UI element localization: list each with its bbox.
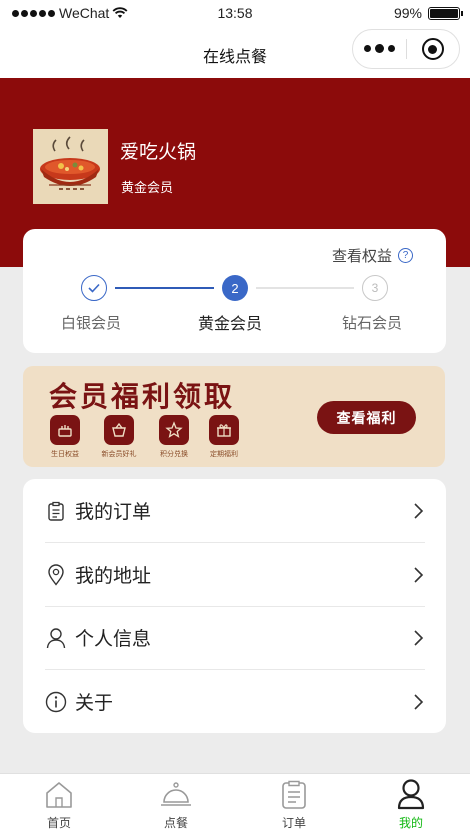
member-level: 黄金会员 xyxy=(121,180,174,195)
chevron-right-icon xyxy=(414,693,424,710)
question-icon: ? xyxy=(398,248,413,263)
perk-label: 积分兑换 xyxy=(160,451,188,458)
step-gold-node: 2 xyxy=(222,275,248,301)
info-icon xyxy=(45,691,67,713)
close-mini-program-icon[interactable] xyxy=(407,38,459,60)
view-benefits-link[interactable]: 查看权益 ? xyxy=(332,245,413,266)
banner-title: 会员福利领取 xyxy=(49,381,236,412)
perk-new-member: 新会员好礼 xyxy=(94,415,144,459)
profile-icon xyxy=(352,774,470,810)
view-benefits-label: 查看权益 xyxy=(331,248,392,265)
menu-item-label: 关于 xyxy=(75,693,114,714)
mini-program-capsule xyxy=(352,29,460,69)
battery-percent: 99% xyxy=(393,5,422,21)
chevron-right-icon xyxy=(414,566,424,583)
menu-item-personal-info[interactable]: 个人信息 xyxy=(45,606,425,669)
cake-icon xyxy=(50,415,80,445)
perk-label: 生日权益 xyxy=(51,451,79,458)
tab-label: 订单 xyxy=(281,816,306,830)
perk-regular: 定期福利 xyxy=(199,415,249,459)
tab-label: 点餐 xyxy=(163,816,188,830)
menu-item-label: 个人信息 xyxy=(75,629,152,650)
chevron-right-icon xyxy=(414,629,424,646)
perk-points: 积分兑换 xyxy=(149,415,199,459)
hotpot-logo-icon xyxy=(33,129,108,204)
chevron-right-icon xyxy=(414,502,424,519)
tab-home[interactable]: 首页 xyxy=(0,774,118,832)
step-line-completed xyxy=(115,287,214,289)
more-menu-icon[interactable] xyxy=(353,44,406,53)
bottom-tab-bar: 首页 点餐 订单 我的 xyxy=(0,773,470,832)
perk-label: 定期福利 xyxy=(210,451,238,458)
battery-status: 99% xyxy=(393,5,463,21)
battery-icon xyxy=(428,6,463,20)
gift-icon xyxy=(209,415,239,445)
tab-mine[interactable]: 我的 xyxy=(352,774,470,832)
location-icon xyxy=(45,563,67,586)
tab-label: 首页 xyxy=(46,816,71,830)
step-diamond-node: 3 xyxy=(362,275,388,301)
step-diamond-label: 钻石会员 xyxy=(342,315,403,332)
avatar[interactable] xyxy=(33,129,108,204)
home-icon xyxy=(0,774,118,810)
menu-item-label: 我的地址 xyxy=(75,566,152,587)
menu-item-my-orders[interactable]: 我的订单 xyxy=(45,479,425,542)
perk-birthday: 生日权益 xyxy=(40,415,90,459)
membership-level-card: 查看权益 ? 2 3 白银会员 黄金会员 钻石会员 xyxy=(23,229,446,353)
user-icon xyxy=(45,627,67,649)
perk-label: 新会员好礼 xyxy=(101,451,137,458)
view-perks-button[interactable]: 查看福利 xyxy=(317,401,416,434)
order-icon xyxy=(235,774,353,810)
status-bar: WeChat 13:58 99% xyxy=(0,0,470,28)
menu-item-about[interactable]: 关于 xyxy=(45,670,425,733)
user-name: 爱吃火锅 xyxy=(120,142,197,163)
dining-bell-icon xyxy=(117,774,235,810)
order-list-icon xyxy=(45,500,67,522)
tab-order-food[interactable]: 点餐 xyxy=(117,774,235,832)
step-silver-label: 白银会员 xyxy=(61,315,122,332)
menu-item-my-address[interactable]: 我的地址 xyxy=(45,543,425,606)
menu-item-label: 我的订单 xyxy=(75,502,152,523)
check-icon xyxy=(88,283,100,293)
star-icon xyxy=(159,415,189,445)
tab-orders[interactable]: 订单 xyxy=(235,774,353,832)
step-gold-label: 黄金会员 xyxy=(198,316,263,333)
tab-label: 我的 xyxy=(398,816,423,830)
step-line-pending xyxy=(256,287,354,289)
menu-list: 我的订单 我的地址 个人信息 关于 xyxy=(23,479,446,733)
nav-bar: 在线点餐 xyxy=(0,28,470,78)
basket-icon xyxy=(104,415,134,445)
member-benefits-banner[interactable]: 会员福利领取 生日权益 新会员好礼 积分兑换 定期福利 查看福利 xyxy=(23,366,445,467)
step-silver-node xyxy=(81,275,107,301)
